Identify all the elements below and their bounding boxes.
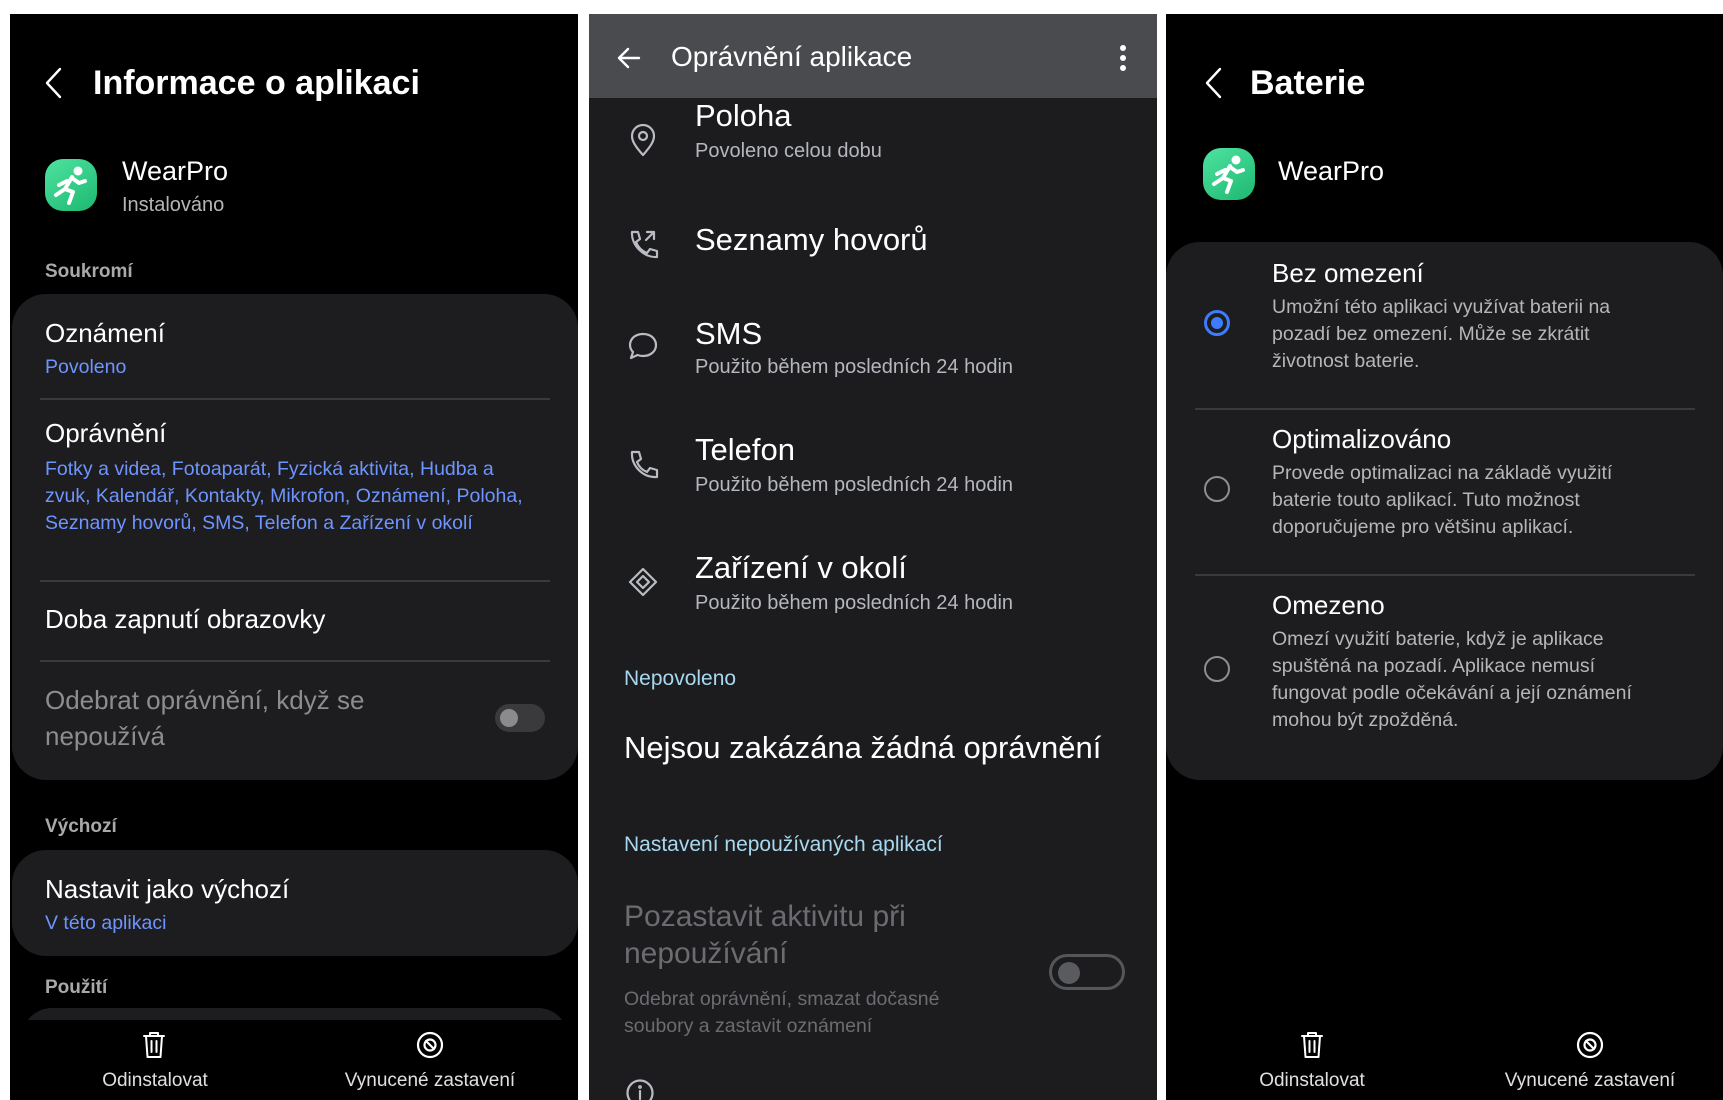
battery-option-restricted[interactable]: Omezeno Omezí využití baterie, když je a…: [1166, 576, 1723, 776]
permission-title: Zařízení v okolí: [695, 550, 907, 585]
section-header-default: Výchozí: [45, 816, 117, 837]
permission-status: Povoleno celou dobu: [695, 140, 882, 162]
permission-item-location[interactable]: Poloha Povoleno celou dobu: [589, 98, 1157, 188]
section-header-denied: Nepovoleno: [624, 667, 737, 690]
section-header-privacy: Soukromí: [45, 261, 133, 282]
option-title: Optimalizováno: [1272, 424, 1452, 454]
section-header-usage: Použití: [45, 977, 108, 998]
app-name: WearPro: [1278, 156, 1385, 186]
radio-optimized[interactable]: [1204, 476, 1230, 502]
permission-status: Použito během posledních 24 hodin: [695, 474, 1014, 496]
notifications-item[interactable]: Oznámení Povoleno: [12, 294, 578, 399]
back-arrow-icon[interactable]: [1202, 66, 1226, 100]
app-permissions-screen: Oprávnění aplikace Poloha Povoleno celou…: [589, 14, 1157, 1100]
permission-title: SMS: [695, 316, 763, 351]
remove-permissions-item[interactable]: Odebrat oprávnění, když se nepoužívá: [12, 662, 578, 772]
radio-unrestricted[interactable]: [1204, 310, 1230, 336]
pause-activity-description: Odebrat oprávnění, smazat dočasné soubor…: [624, 988, 940, 1037]
app-info-screen: Informace o aplikaci WearPro Instalováno…: [10, 14, 578, 1100]
permission-item-phone[interactable]: Telefon Použito během posledních 24 hodi…: [589, 422, 1157, 512]
location-pin-icon: [630, 124, 656, 157]
app-name: WearPro: [122, 156, 229, 186]
permission-status: Použito během posledních 24 hodin: [695, 592, 1014, 614]
trash-icon[interactable]: [1299, 1030, 1325, 1060]
force-stop-button[interactable]: Vynucené zastavení: [1485, 1070, 1695, 1092]
battery-option-unrestricted[interactable]: Bez omezení Umožní této aplikaci využíva…: [1166, 242, 1723, 408]
option-description: Umožní této aplikaci využívat baterii na…: [1272, 296, 1611, 372]
phone-icon: [630, 450, 659, 479]
app-install-status: Instalováno: [122, 194, 225, 216]
uninstall-button[interactable]: Odinstalovat: [65, 1070, 245, 1092]
nearby-devices-icon: [628, 567, 658, 597]
wearpro-app-icon: [45, 159, 97, 211]
pause-activity-item[interactable]: Pozastavit aktivitu při nepoužívání Odeb…: [589, 898, 1157, 1048]
permission-item-nearby-devices[interactable]: Zařízení v okolí Použito během posledníc…: [589, 540, 1157, 630]
option-description: Provede optimalizaci na základě využití …: [1272, 462, 1613, 538]
remove-permissions-title: Odebrat oprávnění, když se nepoužívá: [45, 685, 365, 751]
pause-activity-title: Pozastavit aktivitu při nepoužívání: [624, 900, 906, 970]
permission-title: Poloha: [695, 98, 792, 133]
permission-title: Seznamy hovorů: [695, 222, 928, 257]
pause-activity-toggle[interactable]: [1049, 954, 1125, 990]
force-stop-icon[interactable]: [415, 1030, 445, 1060]
force-stop-icon[interactable]: [1575, 1030, 1605, 1060]
sms-bubble-icon: [628, 332, 658, 360]
option-title: Omezeno: [1272, 590, 1385, 620]
screen-time-title: Doba zapnutí obrazovky: [45, 604, 326, 634]
permission-status: Použito během posledních 24 hodin: [695, 356, 1014, 378]
running-person-icon: [54, 166, 87, 205]
permissions-list: Fotky a videa, Fotoaparát, Fyzická aktiv…: [45, 458, 523, 534]
option-description: Omezí využití baterie, když je aplikace …: [1272, 628, 1632, 731]
more-options-icon[interactable]: [1118, 44, 1128, 72]
battery-option-optimized[interactable]: Optimalizováno Provede optimalizaci na z…: [1166, 410, 1723, 574]
permissions-title: Oprávnění: [45, 418, 167, 448]
page-title: Informace o aplikaci: [93, 64, 420, 102]
set-default-title: Nastavit jako výchozí: [45, 874, 290, 904]
force-stop-button[interactable]: Vynucené zastavení: [325, 1070, 535, 1092]
permission-item-call-logs[interactable]: Seznamy hovorů: [589, 204, 1157, 284]
permission-title: Telefon: [695, 432, 795, 467]
notifications-value: Povoleno: [45, 356, 127, 378]
notifications-title: Oznámení: [45, 318, 165, 348]
page-title: Oprávnění aplikace: [671, 41, 913, 72]
permissions-item[interactable]: Oprávnění Fotky a videa, Fotoaparát, Fyz…: [12, 400, 578, 580]
screen-time-item[interactable]: Doba zapnutí obrazovky: [12, 582, 578, 660]
trash-icon[interactable]: [141, 1030, 167, 1060]
battery-screen: Baterie WearPro Bez omezení Umožní této …: [1166, 14, 1723, 1100]
permission-item-sms[interactable]: SMS Použito během posledních 24 hodin: [589, 304, 1157, 394]
back-arrow-icon[interactable]: [615, 44, 643, 72]
no-denied-permissions-text: Nejsou zakázána žádná oprávnění: [624, 730, 1102, 765]
radio-restricted[interactable]: [1204, 656, 1230, 682]
wearpro-app-icon: [1203, 148, 1255, 200]
set-default-value: V této aplikaci: [45, 912, 167, 934]
set-default-item[interactable]: Nastavit jako výchozí V této aplikaci: [12, 850, 578, 956]
remove-permissions-toggle[interactable]: [495, 704, 545, 732]
info-icon[interactable]: [625, 1078, 655, 1100]
call-log-icon: [630, 230, 659, 259]
section-header-unused-apps: Nastavení nepoužívaných aplikací: [624, 833, 943, 856]
page-title: Baterie: [1250, 64, 1366, 102]
uninstall-button[interactable]: Odinstalovat: [1222, 1070, 1402, 1092]
back-arrow-icon[interactable]: [42, 66, 66, 100]
running-person-icon: [1212, 155, 1245, 194]
privacy-card: Oznámení Povoleno Oprávnění Fotky a vide…: [12, 294, 578, 780]
option-title: Bez omezení: [1272, 258, 1424, 288]
battery-options-card: Bez omezení Umožní této aplikaci využíva…: [1166, 242, 1723, 780]
